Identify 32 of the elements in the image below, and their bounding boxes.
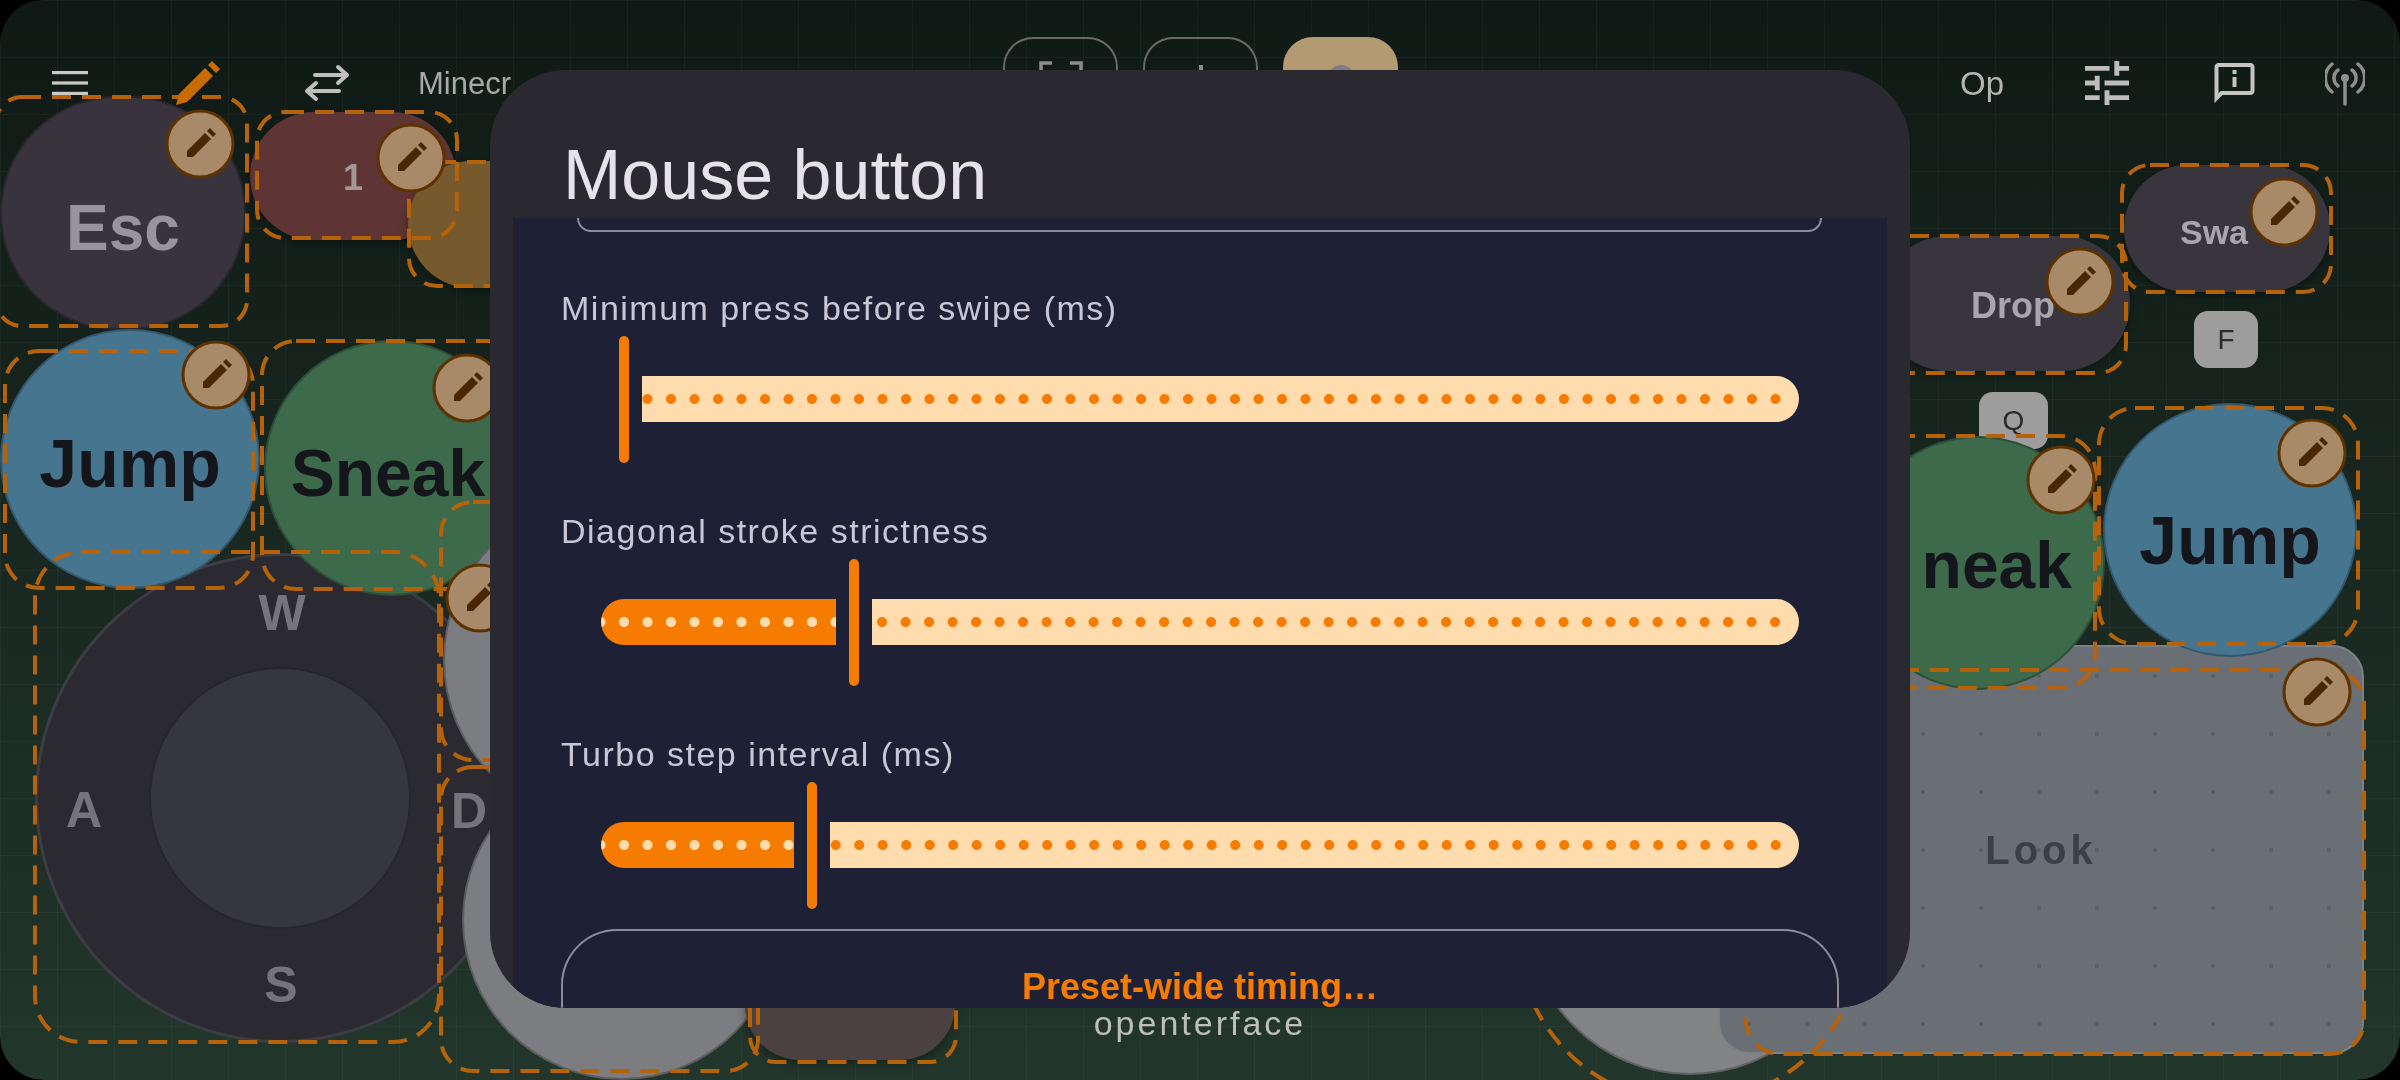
pencil-icon[interactable] bbox=[2282, 657, 2352, 727]
preset-timing-button[interactable]: Preset-wide timing… bbox=[561, 929, 1839, 1008]
pencil-icon[interactable] bbox=[176, 61, 220, 105]
pencil-icon[interactable] bbox=[2249, 177, 2319, 247]
direction-label: D bbox=[450, 786, 488, 836]
profile-label: Op bbox=[1960, 66, 2005, 100]
shortcut-key: F bbox=[2194, 311, 2258, 368]
slider-label: Minimum press before swipe (ms) bbox=[561, 288, 1118, 328]
toolbar-button[interactable] bbox=[1283, 37, 1398, 70]
pencil-icon[interactable] bbox=[376, 123, 446, 193]
touch-button[interactable]: Esc bbox=[0, 96, 246, 330]
logo-text: openterface bbox=[1093, 1006, 1307, 1040]
slider-thumb[interactable] bbox=[806, 782, 817, 909]
corner-brackets-icon bbox=[1038, 61, 1083, 70]
swap-arrows-icon[interactable] bbox=[303, 64, 351, 102]
direction-label: A bbox=[65, 785, 103, 835]
pencil-icon[interactable] bbox=[181, 340, 251, 410]
slider-thumb[interactable] bbox=[619, 336, 629, 463]
menu-icon[interactable] bbox=[52, 71, 88, 95]
option-button[interactable] bbox=[577, 218, 1822, 232]
slider-label: Turbo step interval (ms) bbox=[561, 734, 955, 774]
pencil-icon[interactable] bbox=[2026, 445, 2096, 515]
sliders-icon[interactable] bbox=[2085, 61, 2129, 105]
antenna-icon[interactable] bbox=[2325, 60, 2365, 106]
pencil-icon[interactable] bbox=[2277, 418, 2347, 488]
info-message-icon[interactable] bbox=[2214, 63, 2255, 103]
dialog-title: Mouse button bbox=[563, 140, 988, 210]
profile-title: Minecr bbox=[418, 67, 511, 99]
slider-thumb[interactable] bbox=[849, 559, 860, 686]
direction-label: S bbox=[264, 960, 298, 1010]
pencil-icon[interactable] bbox=[165, 109, 235, 179]
slider-label: Diagonal stroke strictness bbox=[561, 511, 990, 551]
